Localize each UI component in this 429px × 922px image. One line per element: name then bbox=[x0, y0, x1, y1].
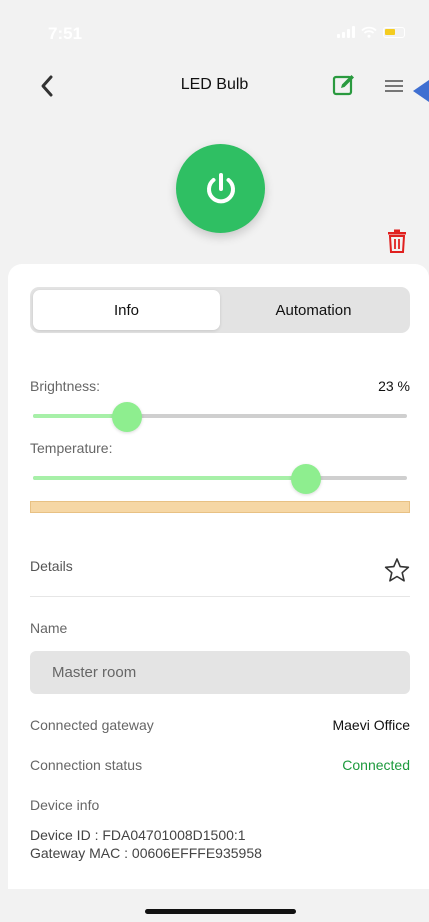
connected-gateway-label: Connected gateway bbox=[30, 717, 154, 733]
details-divider bbox=[30, 596, 410, 597]
page-title: LED Bulb bbox=[180, 76, 249, 93]
tab-switcher: Info Automation bbox=[30, 287, 410, 333]
status-bar: 7:51 bbox=[0, 0, 429, 64]
tab-info[interactable]: Info bbox=[33, 290, 220, 330]
brightness-slider-thumb[interactable] bbox=[111, 402, 142, 432]
status-time: 7:51 bbox=[48, 24, 83, 43]
connection-status-label: Connection status bbox=[30, 757, 143, 773]
name-input[interactable] bbox=[30, 651, 410, 694]
device-info-label: Device info bbox=[30, 797, 100, 813]
brightness-slider[interactable] bbox=[33, 402, 407, 432]
temperature-label: Temperature: bbox=[30, 440, 113, 456]
brightness-label: Brightness: bbox=[30, 378, 101, 394]
gateway-mac: Gateway MAC : 00606EFFFE935958 bbox=[30, 845, 262, 861]
power-button[interactable] bbox=[176, 144, 265, 233]
trash-icon[interactable] bbox=[386, 229, 408, 253]
device-id: Device ID : FDA04701008D1500:1 bbox=[30, 827, 246, 843]
tab-automation[interactable]: Automation bbox=[220, 290, 407, 330]
details-title: Details bbox=[30, 558, 73, 574]
temperature-slider[interactable] bbox=[33, 464, 407, 494]
home-indicator[interactable] bbox=[145, 909, 296, 914]
bottom-safe-area bbox=[0, 889, 429, 922]
temperature-color-bar bbox=[30, 501, 410, 513]
details-card bbox=[8, 264, 429, 889]
navigation-bar: LED Bulb bbox=[0, 64, 429, 108]
name-label: Name bbox=[30, 620, 68, 636]
edit-icon[interactable] bbox=[332, 73, 356, 97]
connection-status-value: Connected bbox=[342, 757, 410, 773]
star-outline-icon[interactable] bbox=[384, 557, 410, 583]
pointer-arrow-icon bbox=[413, 80, 429, 102]
cellular-signal-icon bbox=[337, 26, 355, 38]
brightness-value: 23 % bbox=[378, 378, 410, 394]
temperature-slider-thumb[interactable] bbox=[291, 464, 322, 494]
power-icon bbox=[206, 172, 235, 203]
status-icons bbox=[337, 26, 405, 38]
wifi-icon bbox=[361, 26, 377, 38]
connected-gateway-value: Maevi Office bbox=[332, 717, 410, 733]
battery-icon bbox=[383, 26, 405, 38]
temperature-slider-fill bbox=[33, 476, 307, 480]
hamburger-menu-icon[interactable] bbox=[384, 76, 404, 96]
